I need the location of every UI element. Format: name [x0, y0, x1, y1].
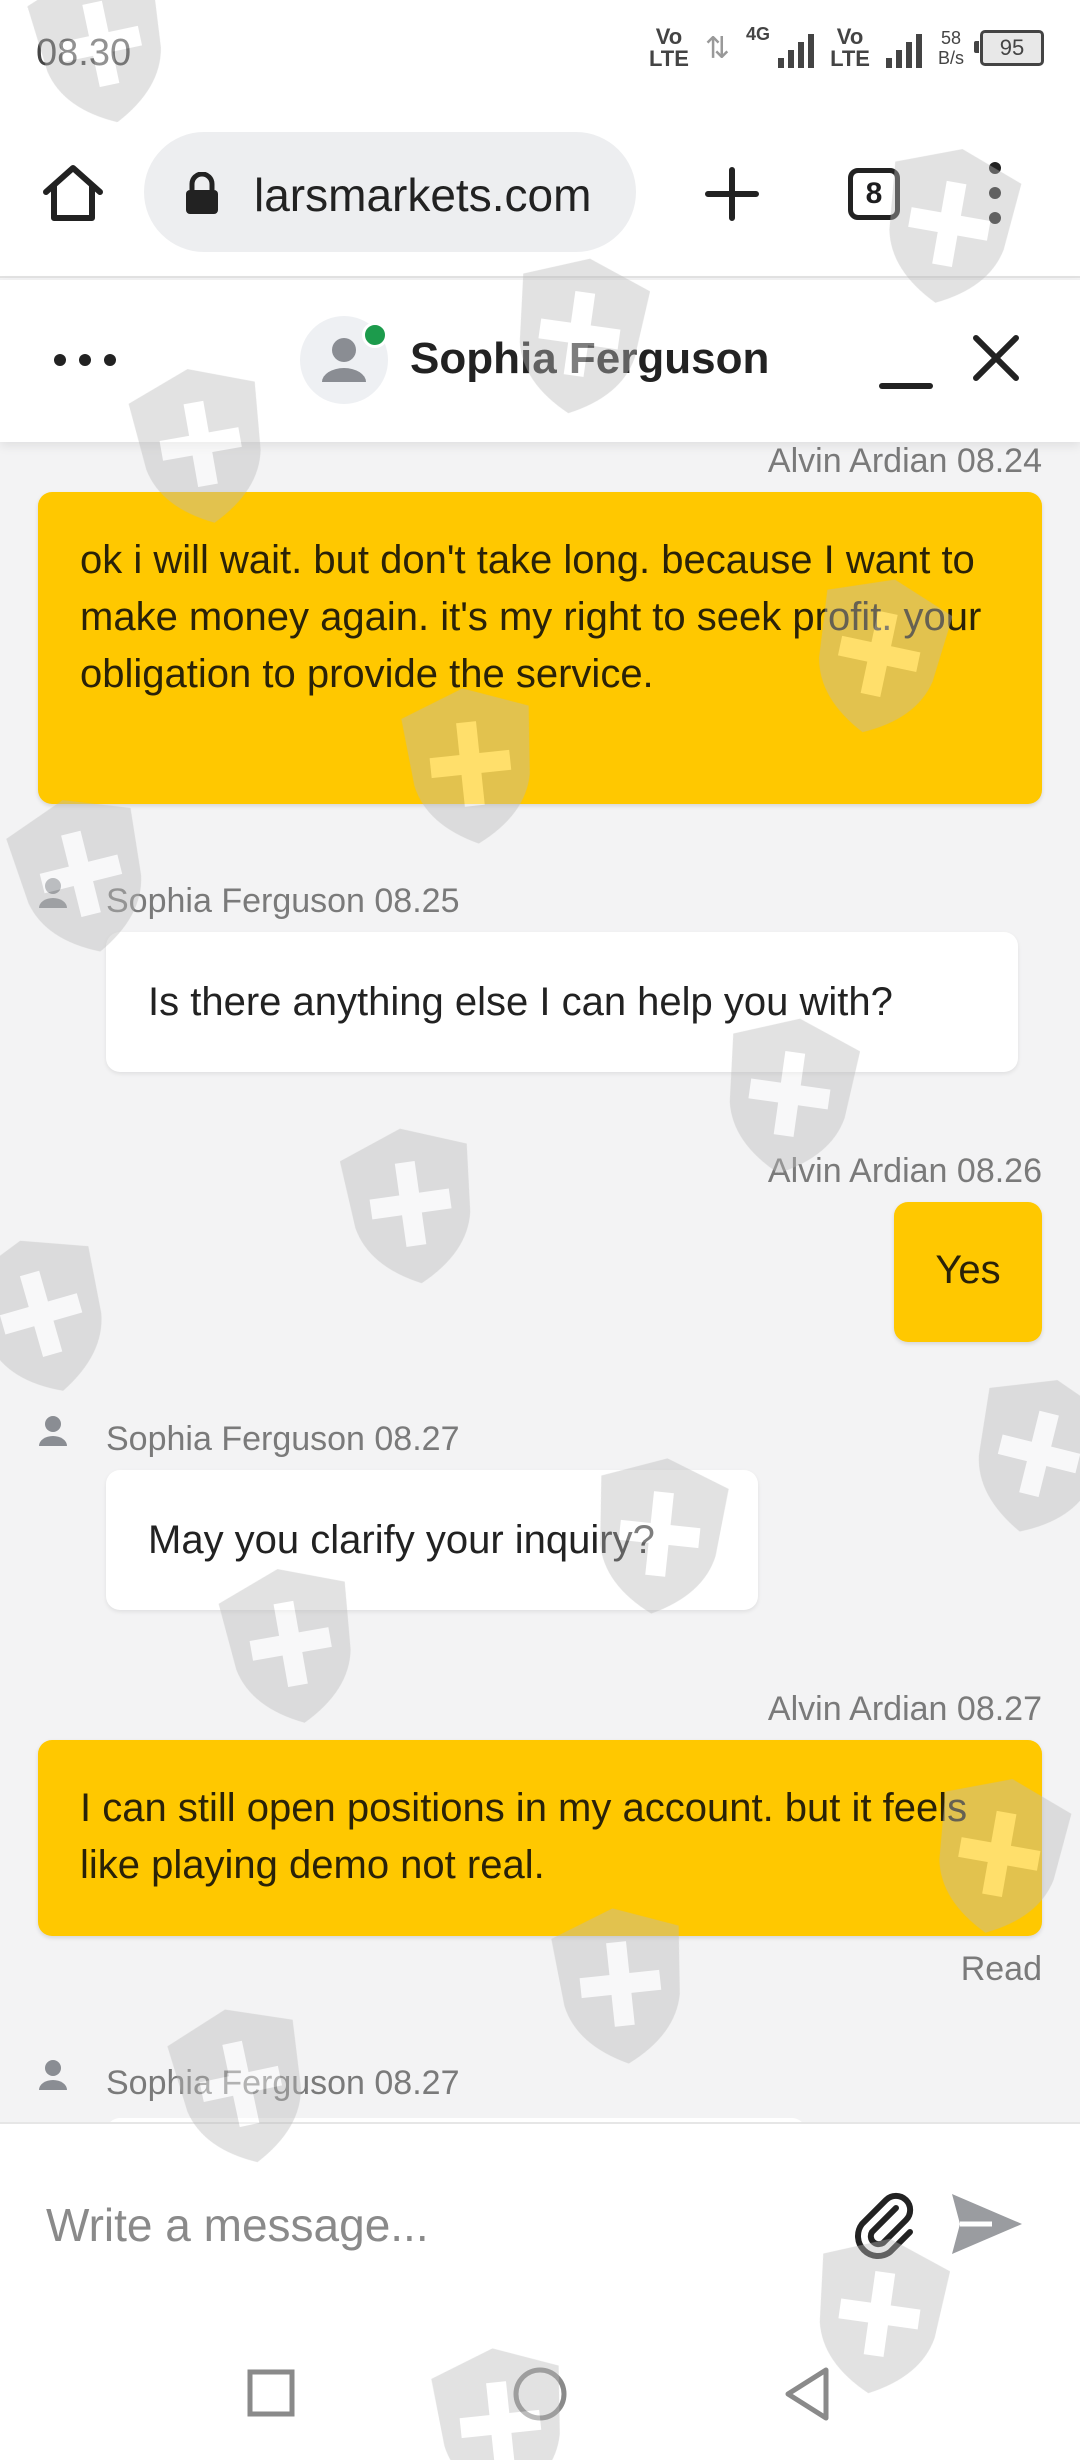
volte-icon: Vo LTE	[648, 24, 689, 71]
url-text: larsmarkets.com	[254, 169, 592, 221]
message-list[interactable]: Alvin Ardian 08.24 ok i will wait. but d…	[0, 442, 1080, 2122]
network-speed: 58 B/s	[937, 28, 964, 68]
message-input[interactable]	[46, 2190, 806, 2260]
avatar	[300, 316, 388, 404]
address-bar[interactable]: larsmarkets.com	[144, 132, 636, 252]
status-icons: Vo LTE ⇅ 4G Vo LTE 58 B/s 95	[648, 23, 1044, 71]
message-meta: Sophia Ferguson 08.25	[106, 882, 460, 920]
online-indicator	[362, 322, 388, 348]
signal-icon	[778, 28, 815, 68]
back-icon[interactable]	[782, 2364, 832, 2424]
data-arrows-icon: ⇅	[704, 31, 731, 65]
network-type: 4G	[746, 23, 771, 44]
chat-header: Sophia Ferguson	[0, 280, 1080, 442]
attach-icon[interactable]	[846, 2186, 922, 2262]
message-meta: Alvin Ardian 08.27	[767, 1690, 1042, 1728]
person-icon	[39, 2060, 67, 2090]
browser-toolbar: larsmarkets.com 8	[0, 118, 1080, 278]
message-composer	[0, 2122, 1080, 2320]
person-icon	[39, 878, 67, 908]
send-icon[interactable]	[946, 2186, 1026, 2262]
status-time: 08.30	[36, 32, 132, 74]
minimize-icon[interactable]	[876, 336, 936, 396]
agent-message: Is there anything else I can help you wi…	[106, 932, 1018, 1072]
read-receipt: Read	[960, 1950, 1042, 1988]
volte-icon-2: Vo LTE	[830, 24, 870, 71]
close-icon[interactable]	[966, 328, 1026, 388]
user-message: I can still open positions in my account…	[38, 1740, 1042, 1936]
signal-icon-2	[885, 28, 922, 68]
recents-icon[interactable]	[246, 2368, 296, 2418]
user-message: ok i will wait. but don't take long. bec…	[38, 492, 1042, 804]
message-meta: Sophia Ferguson 08.27	[106, 1420, 460, 1458]
home-icon[interactable]	[38, 158, 108, 228]
nav-home-icon[interactable]	[510, 2364, 570, 2424]
message-meta: Sophia Ferguson 08.27	[106, 2064, 460, 2102]
plus-icon[interactable]	[700, 162, 764, 226]
tabs-icon[interactable]: 8	[848, 168, 900, 220]
more-vert-icon[interactable]	[980, 158, 1010, 228]
message-meta: Alvin Ardian 08.26	[767, 1152, 1042, 1190]
agent-message: May you clarify your inquiry?	[106, 1470, 758, 1610]
tab-count: 8	[865, 177, 883, 210]
message-meta: Alvin Ardian 08.24	[767, 442, 1042, 480]
more-horiz-icon[interactable]	[50, 340, 120, 380]
person-icon	[39, 1416, 67, 1446]
agent-name: Sophia Ferguson	[410, 334, 770, 383]
battery-icon: 95	[974, 30, 1044, 66]
lock-icon	[186, 172, 218, 214]
user-message: Yes	[894, 1202, 1042, 1342]
status-bar: 08.30 Vo LTE ⇅ 4G Vo LTE 58 B/s 95	[0, 0, 1080, 118]
android-nav-bar	[0, 2318, 1080, 2460]
